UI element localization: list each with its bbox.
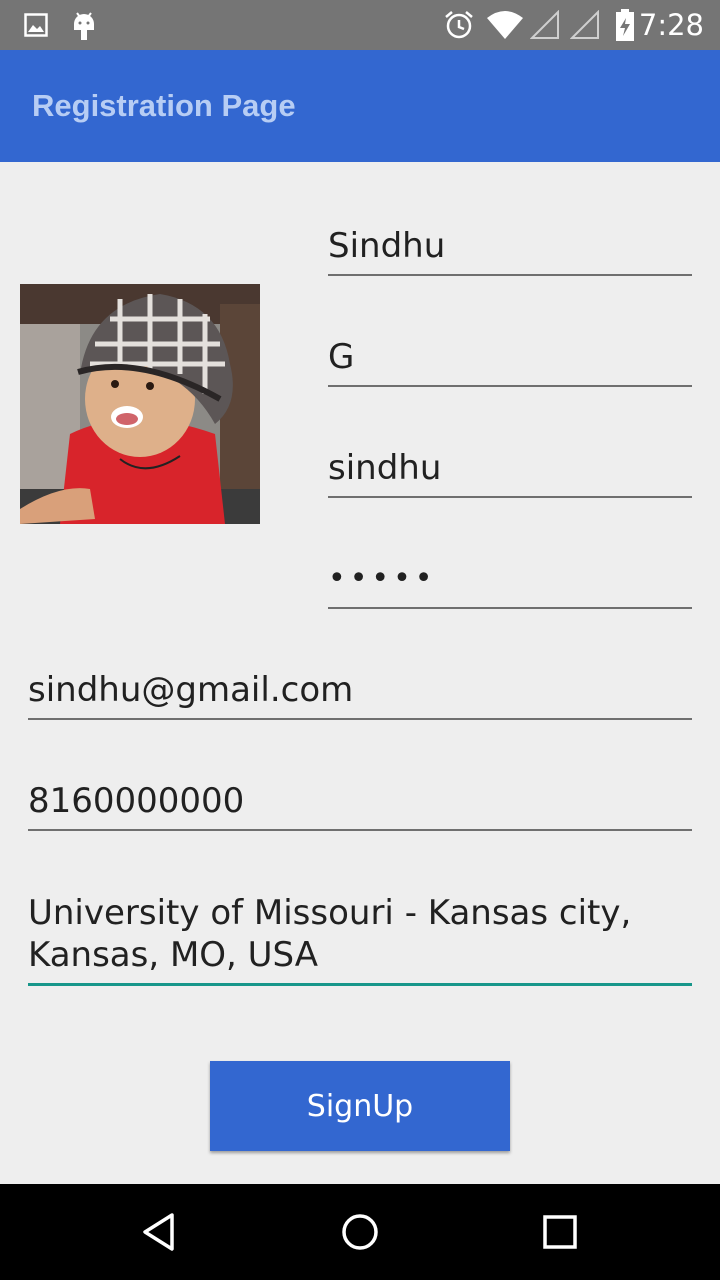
first-name-value: Sindhu	[328, 226, 446, 266]
android-icon	[74, 12, 94, 40]
nav-bar	[0, 1184, 720, 1280]
last-name-value: G	[328, 337, 355, 377]
email-field[interactable]: sindhu@gmail.com	[28, 668, 692, 720]
page-title: Registration Page	[32, 88, 296, 123]
address-line-1: University of Missouri - Kansas city,	[28, 893, 632, 933]
status-bar: 7:28	[0, 0, 720, 50]
address-field[interactable]: University of Missouri - Kansas city, Ka…	[28, 892, 692, 986]
battery-icon	[616, 9, 634, 41]
signup-button[interactable]: SignUp	[210, 1061, 510, 1151]
profile-photo[interactable]	[20, 284, 260, 524]
email-value: sindhu@gmail.com	[28, 670, 354, 710]
image-icon	[24, 13, 48, 37]
first-name-field[interactable]: Sindhu	[328, 224, 692, 276]
signal-icon	[570, 10, 599, 39]
username-field[interactable]: sindhu	[328, 446, 692, 498]
password-field[interactable]: •••••	[328, 557, 692, 609]
username-value: sindhu	[328, 448, 442, 488]
profile-photo-image	[20, 284, 260, 524]
home-icon[interactable]	[336, 1208, 384, 1256]
password-value: •••••	[328, 561, 437, 596]
app-bar: Registration Page	[0, 50, 720, 162]
wifi-icon	[487, 11, 523, 39]
signal-icon	[530, 10, 559, 39]
address-line-2: Kansas, MO, USA	[28, 935, 319, 975]
alarm-icon	[445, 11, 473, 39]
last-name-field[interactable]: G	[328, 335, 692, 387]
phone-value: 8160000000	[28, 781, 245, 821]
phone-field[interactable]: 8160000000	[28, 779, 692, 831]
recents-icon[interactable]	[536, 1208, 584, 1256]
status-time: 7:28	[638, 8, 704, 42]
back-icon[interactable]	[136, 1208, 184, 1256]
